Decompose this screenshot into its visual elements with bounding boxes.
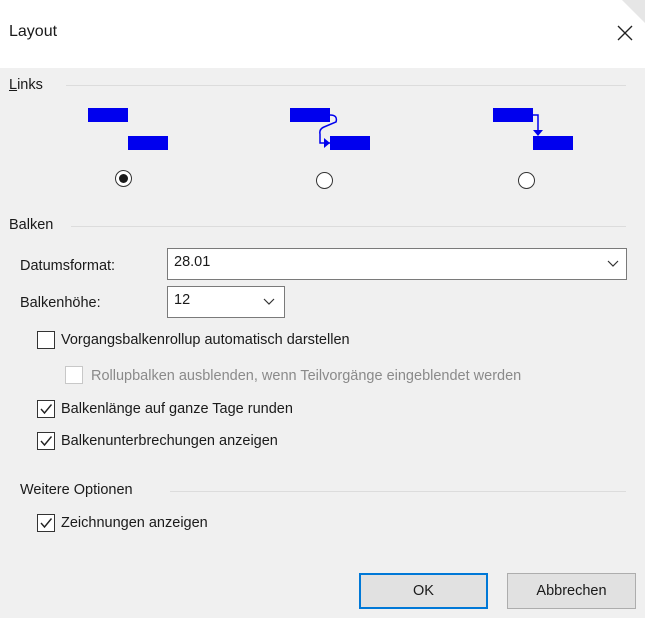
rollup-hide-label: Rollupbalken ausblenden, wenn Teilvorgän… [91, 368, 522, 384]
check-icon [40, 404, 53, 415]
datumsformat-select[interactable]: 28.01 [167, 248, 627, 280]
ok-button[interactable]: OK [359, 573, 488, 609]
show-drawings-label: Zeichnungen anzeigen [61, 515, 208, 531]
check-icon [40, 436, 53, 447]
link-style-curved-preview [290, 108, 370, 150]
rollup-auto-label: Vorgangsbalkenrollup automatisch darstel… [61, 332, 350, 348]
chevron-down-icon [607, 260, 619, 267]
chevron-down-icon [263, 298, 275, 305]
balken-divider [71, 226, 626, 227]
link-style-straight-preview [493, 108, 573, 150]
weitere-section-label: Weitere Optionen [20, 482, 133, 498]
balkenhoehe-select[interactable]: 12 [167, 286, 285, 318]
close-icon [617, 25, 633, 41]
rollup-auto-checkbox[interactable] [37, 331, 55, 349]
cancel-button[interactable]: Abbrechen [507, 573, 636, 609]
datumsformat-value: 28.01 [174, 254, 211, 270]
title-bar: Layout [0, 0, 645, 68]
balkenhoehe-value: 12 [174, 292, 191, 308]
link-style-none-preview [88, 108, 168, 150]
weitere-divider [170, 491, 626, 492]
layout-dialog: Layout Links Balken Datumsformat: 28.01 [0, 0, 645, 618]
link-style-curved-radio[interactable] [316, 172, 333, 189]
link-style-straight-radio[interactable] [518, 172, 535, 189]
round-days-checkbox[interactable] [37, 400, 55, 418]
close-button[interactable] [608, 18, 642, 48]
check-icon [40, 518, 53, 529]
dialog-title: Layout [9, 23, 58, 40]
round-days-label: Balkenlänge auf ganze Tage runden [61, 401, 293, 417]
links-divider [66, 85, 626, 86]
links-section-label: Links [9, 77, 43, 93]
bar-splits-label: Balkenunterbrechungen anzeigen [61, 433, 278, 449]
balkenhoehe-label: Balkenhöhe: [20, 295, 101, 311]
show-drawings-checkbox[interactable] [37, 514, 55, 532]
balken-section-label: Balken [9, 217, 54, 233]
bar-splits-checkbox[interactable] [37, 432, 55, 450]
link-style-none-radio[interactable] [115, 170, 132, 187]
rollup-hide-checkbox[interactable] [65, 366, 83, 384]
datumsformat-label: Datumsformat: [20, 258, 116, 274]
